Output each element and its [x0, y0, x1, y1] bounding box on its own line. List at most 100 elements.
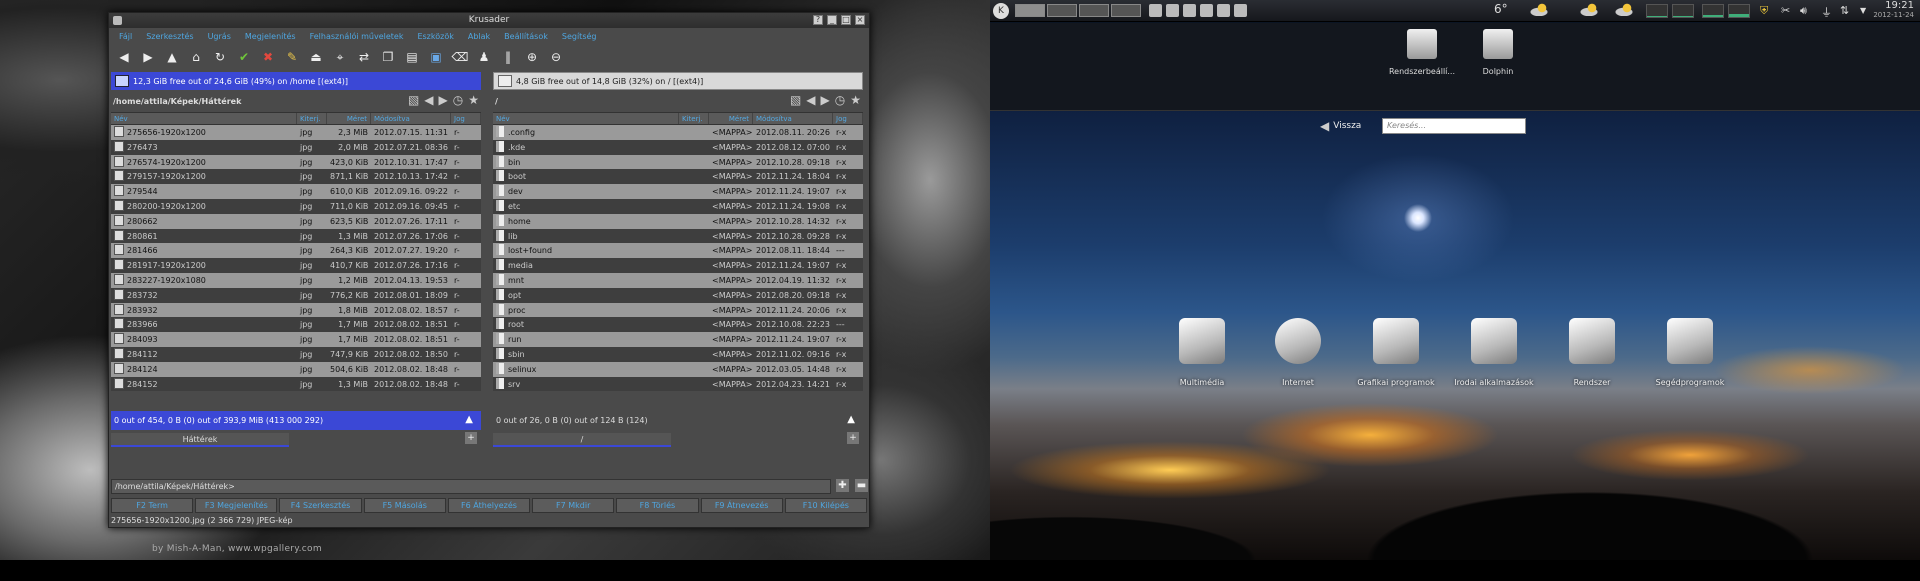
tab-root[interactable]: /: [493, 433, 671, 447]
menu-window[interactable]: Ablak: [468, 30, 490, 44]
bookmark-icon[interactable]: ★: [850, 93, 861, 107]
volume-icon[interactable]: 🔊︎: [1800, 4, 1807, 18]
f5-button[interactable]: F5 Másolás: [363, 498, 446, 513]
table-row[interactable]: dev <MAPPA> 2012.11.24. 19:07 r-x: [493, 184, 863, 199]
weather-icon[interactable]: [1530, 3, 1550, 16]
new-tab-button[interactable]: +: [465, 432, 477, 444]
table-row[interactable]: .config <MAPPA> 2012.08.11. 20:26 r-x: [493, 125, 863, 140]
task-icon[interactable]: [1234, 4, 1247, 17]
col-size[interactable]: Méret: [327, 113, 371, 124]
menu-file[interactable]: Fájl: [119, 30, 132, 44]
home-icon[interactable]: ⌂: [187, 48, 205, 66]
disk-meter[interactable]: [1728, 4, 1750, 18]
table-row[interactable]: 281466 jpg 264,3 KiB 2012.07.27. 19:20 r-: [111, 243, 481, 259]
col-ext[interactable]: Kiterj.: [679, 113, 709, 124]
root-icon[interactable]: ♟: [475, 48, 493, 66]
table-row[interactable]: root <MAPPA> 2012.10.08. 22:23 ---: [493, 317, 863, 333]
f2-button[interactable]: F2 Term: [111, 498, 194, 513]
table-row[interactable]: 284152 jpg 1,3 MiB 2012.08.02. 18:48 r-: [111, 376, 481, 392]
desktop-2[interactable]: [1047, 4, 1077, 17]
col-perm[interactable]: Jog: [833, 113, 863, 124]
task-icon[interactable]: [1183, 4, 1196, 17]
back-icon[interactable]: ◀: [115, 48, 133, 66]
minimize-button[interactable]: _: [827, 15, 837, 25]
eraser-icon[interactable]: ⌫: [451, 48, 469, 66]
unselect-icon[interactable]: ✖: [259, 48, 277, 66]
left-path-bar[interactable]: /home/attila/Képek/Háttérek ▧ ◀ ▶ ◷ ★: [111, 90, 481, 112]
zoom-out-icon[interactable]: ⊖: [547, 48, 565, 66]
up-arrow-icon[interactable]: ▲: [465, 414, 473, 425]
split-icon[interactable]: ‖: [499, 48, 517, 66]
table-row[interactable]: 280662 jpg 623,5 KiB 2012.07.26. 17:11 r-: [111, 213, 481, 229]
select-icon[interactable]: ✔: [235, 48, 253, 66]
task-icon[interactable]: [1200, 4, 1213, 17]
table-row[interactable]: 276473 jpg 2,0 MiB 2012.07.21. 08:36 r-: [111, 139, 481, 155]
category-graphics[interactable]: Grafikai programok: [1348, 318, 1444, 387]
maximize-button[interactable]: □: [841, 15, 851, 25]
add-icon[interactable]: ✚: [836, 479, 849, 492]
task-icon[interactable]: [1166, 4, 1179, 17]
left-panel[interactable]: 12,3 GiB free out of 24,6 GiB (49%) on /…: [111, 72, 481, 462]
network-icon[interactable]: ⇅: [1840, 4, 1849, 17]
back-button[interactable]: ◀ Vissza: [1320, 119, 1361, 133]
category-utilities[interactable]: Segédprogramok: [1642, 318, 1738, 387]
table-row[interactable]: 284112 jpg 747,9 KiB 2012.08.02. 18:50 r-: [111, 346, 481, 362]
category-internet[interactable]: Internet: [1250, 318, 1346, 387]
category-multimedia[interactable]: Multimédia: [1154, 318, 1250, 387]
chevron-down-icon[interactable]: ▼: [1860, 6, 1866, 15]
clipboard-icon[interactable]: ✂: [1781, 4, 1790, 17]
help-button[interactable]: ?: [813, 15, 823, 25]
table-row[interactable]: selinux <MAPPA> 2012.03.05. 14:48 r-x: [493, 361, 863, 377]
close-button[interactable]: ×: [855, 15, 865, 25]
weather-icon[interactable]: [1615, 3, 1635, 16]
cpu-meter[interactable]: [1646, 4, 1668, 18]
history-icon[interactable]: ◷: [835, 93, 845, 107]
table-row[interactable]: media <MAPPA> 2012.11.24. 19:07 r-x: [493, 258, 863, 273]
clock[interactable]: 19:21 2012-11-24: [1873, 1, 1914, 20]
usb-icon[interactable]: ⏚: [1821, 4, 1832, 20]
locate-icon[interactable]: ⌖: [331, 48, 349, 66]
f6-button[interactable]: F6 Áthelyezés: [447, 498, 531, 513]
bookmark-icon[interactable]: ★: [468, 93, 479, 107]
col-date[interactable]: Módosítva: [371, 113, 451, 124]
weather-icon[interactable]: [1580, 3, 1600, 16]
menu-help[interactable]: Segítség: [562, 30, 597, 44]
krusader-window[interactable]: Krusader ? _ □ × Fájl Szerkesztés Ugrás …: [108, 12, 870, 528]
back-icon[interactable]: ◀: [424, 93, 433, 107]
col-perm[interactable]: Jog: [451, 113, 481, 124]
f9-button[interactable]: F9 Átnevezés: [700, 498, 783, 513]
favorite-dolphin[interactable]: Dolphin: [1458, 29, 1538, 76]
compare-icon[interactable]: ✎: [283, 48, 301, 66]
col-ext[interactable]: Kiterj.: [297, 113, 327, 124]
desktop-3[interactable]: [1079, 4, 1109, 17]
sync-icon[interactable]: ⇄: [355, 48, 373, 66]
category-system[interactable]: Rendszer: [1544, 318, 1640, 387]
terminal-icon[interactable]: ▣: [427, 48, 445, 66]
f10-button[interactable]: F10 Kilépés: [784, 498, 867, 513]
image-icon[interactable]: ▧: [408, 93, 419, 107]
f7-button[interactable]: F7 Mkdir: [532, 498, 615, 513]
history-icon[interactable]: ◷: [453, 93, 463, 107]
tab-hatterek[interactable]: Háttérek: [111, 433, 289, 447]
new-tab-button[interactable]: +: [847, 432, 859, 444]
image-icon[interactable]: ▧: [790, 93, 801, 107]
zoom-in-icon[interactable]: ⊕: [523, 48, 541, 66]
right-panel[interactable]: 4,8 GiB free out of 14,8 GiB (32%) on / …: [493, 72, 863, 462]
menu-view[interactable]: Megjelenítés: [245, 30, 296, 44]
desktop-1[interactable]: [1015, 4, 1045, 17]
col-name[interactable]: Név: [111, 113, 297, 124]
app-icon[interactable]: [113, 16, 122, 25]
forward-icon[interactable]: ▶: [439, 93, 448, 107]
forward-icon[interactable]: ▶: [821, 93, 830, 107]
table-row[interactable]: 280200-1920x1200 jpg 711,0 KiB 2012.09.16. …: [111, 198, 481, 214]
temperature[interactable]: 6°: [1494, 2, 1508, 16]
table-row[interactable]: 276574-1920x1200 jpg 423,0 KiB 2012.10.31. …: [111, 154, 481, 170]
right-path-bar[interactable]: / ▧ ◀ ▶ ◷ ★: [493, 90, 863, 112]
right-disk-usage[interactable]: 4,8 GiB free out of 14,8 GiB (32%) on / …: [493, 72, 863, 90]
f8-button[interactable]: F8 Törlés: [616, 498, 699, 513]
command-line[interactable]: /home/attila/Képek/Háttérek>: [111, 479, 831, 494]
up-icon[interactable]: ▲: [163, 48, 181, 66]
table-row[interactable]: .kde <MAPPA> 2012.08.12. 07:00 r-x: [493, 139, 863, 155]
forward-icon[interactable]: ▶: [139, 48, 157, 66]
f4-button[interactable]: F4 Szerkesztés: [279, 498, 362, 513]
